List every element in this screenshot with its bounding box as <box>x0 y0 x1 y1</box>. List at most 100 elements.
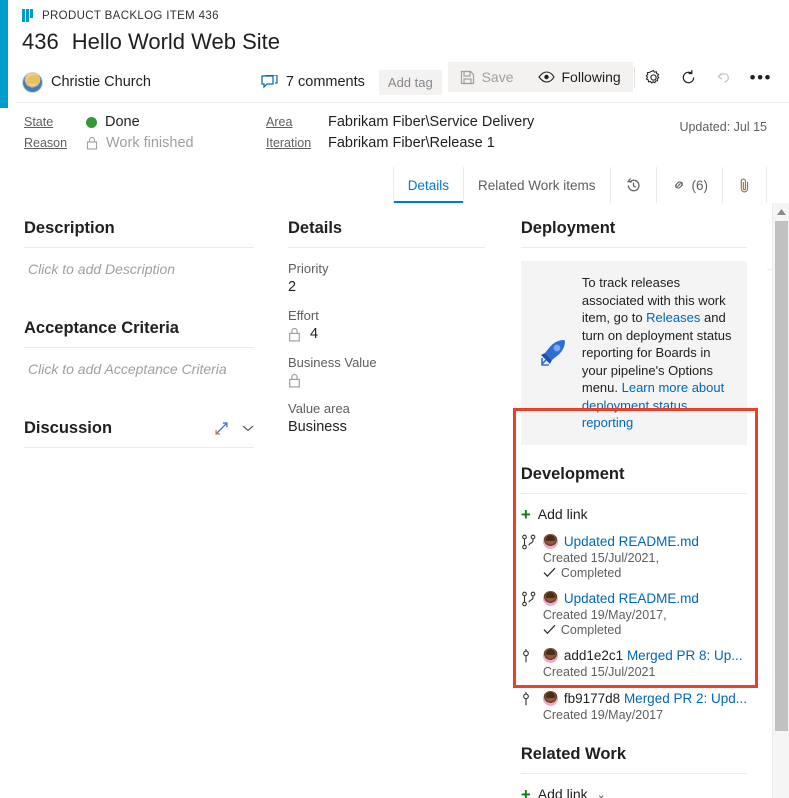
backlog-item-icon <box>22 9 35 22</box>
avatar <box>542 534 558 549</box>
related-work-add-link-label: Add link <box>537 786 588 798</box>
toolbar-divider <box>633 66 635 88</box>
acceptance-criteria-section: Acceptance Criteria Click to add Accepta… <box>24 319 254 377</box>
assignee-name: Christie Church <box>51 74 151 90</box>
following-button[interactable]: Following <box>525 62 633 92</box>
reason-field-label[interactable]: Reason <box>24 136 86 150</box>
area-field-label[interactable]: Area <box>266 115 328 129</box>
discussion-section: Discussion <box>24 419 254 448</box>
lock-icon <box>288 327 301 342</box>
work-item-type-label: PRODUCT BACKLOG ITEM 436 <box>42 9 219 22</box>
development-title: Development <box>520 464 625 483</box>
avatar <box>542 648 558 663</box>
work-item-type-row: PRODUCT BACKLOG ITEM 436 <box>8 0 789 22</box>
related-work-add-link-button[interactable]: + Add link ⌄ <box>521 786 747 798</box>
deployment-divider <box>520 247 747 248</box>
development-add-link-label: Add link <box>537 506 588 522</box>
tab-details[interactable]: Details <box>392 167 464 203</box>
refresh-icon[interactable] <box>671 63 706 92</box>
related-work-title: Related Work <box>520 744 626 763</box>
plus-icon: + <box>520 784 531 798</box>
tab-links[interactable]: (6) <box>655 167 722 203</box>
development-add-link-button[interactable]: + Add link <box>521 506 747 523</box>
releases-link[interactable]: Releases <box>646 310 700 325</box>
development-item-title[interactable]: Updated README.md <box>564 591 699 606</box>
tab-history[interactable] <box>609 167 656 203</box>
assigned-to[interactable]: Christie Church <box>22 71 151 93</box>
business-value-row <box>288 373 485 388</box>
reason-value-text: Work finished <box>106 135 194 151</box>
link-icon <box>671 177 687 193</box>
work-item-toolbar: Save Following ••• <box>447 62 781 92</box>
development-item-status-label: Completed <box>560 565 622 580</box>
development-divider <box>520 492 747 494</box>
list-item: fb9177d8 Merged PR 2: Upd... Created 19/… <box>521 691 747 723</box>
scroll-up-arrow-icon[interactable] <box>773 203 789 220</box>
commit-sha: fb9177d8 <box>563 691 621 706</box>
deployment-info-text: To track releases associated with this w… <box>582 274 733 432</box>
ellipsis-icon[interactable]: ••• <box>741 63 781 92</box>
work-item-fields: State Done Area Fabrikam Fiber\Service D… <box>8 103 789 270</box>
iteration-field-value[interactable]: Fabrikam Fiber\Release 1 <box>328 135 789 151</box>
list-item: Updated README.md Created 15/Jul/2021, C… <box>521 534 747 580</box>
state-value-text: Done <box>105 114 140 130</box>
work-item-id: 436 <box>22 29 59 54</box>
state-dot <box>86 116 97 128</box>
save-icon <box>460 70 475 85</box>
comments-link[interactable]: 7 comments <box>261 74 365 90</box>
work-item-page: PRODUCT BACKLOG ITEM 436 436 Hello World… <box>0 0 789 798</box>
acceptance-criteria-input[interactable]: Click to add Acceptance Criteria <box>24 348 254 377</box>
chevron-down-icon: ⌄ <box>596 788 606 798</box>
updated-timestamp: Updated: Jul 15 <box>679 120 767 134</box>
development-item-status: Completed <box>521 623 747 637</box>
save-label: Save <box>481 69 514 85</box>
branch-icon <box>521 591 537 607</box>
plus-icon: + <box>520 504 531 524</box>
development-item-created: Created 19/May/2017, <box>542 607 667 622</box>
following-label: Following <box>561 69 621 85</box>
gear-icon[interactable] <box>636 63 671 92</box>
work-item-title[interactable]: Hello World Web Site <box>72 29 280 55</box>
development-item-title-text: Merged PR 2: Upd... <box>623 691 747 706</box>
state-field-label[interactable]: State <box>24 115 86 129</box>
expand-icon[interactable] <box>214 421 229 436</box>
lock-icon <box>288 373 301 388</box>
development-item-title[interactable]: Updated README.md <box>564 534 699 549</box>
tab-details-label: Details <box>407 177 449 193</box>
tab-related-work-items[interactable]: Related Work items <box>462 167 610 203</box>
iteration-field-label[interactable]: Iteration <box>266 136 328 150</box>
related-work-divider <box>520 772 747 774</box>
scrollbar-thumb[interactable] <box>775 221 788 731</box>
check-icon <box>543 624 556 635</box>
effort-label: Effort <box>288 308 319 323</box>
chevron-down-icon[interactable] <box>242 424 254 433</box>
ellipsis-glyph: ••• <box>749 67 772 87</box>
priority-label: Priority <box>288 261 329 276</box>
add-tag-button[interactable]: Add tag <box>378 69 442 95</box>
state-field-value[interactable]: Done <box>86 114 266 130</box>
commit-sha: add1e2c1 <box>563 648 624 663</box>
development-item-title[interactable]: add1e2c1 Merged PR 8: Up... <box>564 648 743 663</box>
vertical-scrollbar[interactable] <box>772 203 789 798</box>
priority-value[interactable]: 2 <box>288 279 485 295</box>
work-item-type-accent-bar <box>0 0 8 108</box>
development-item-title[interactable]: fb9177d8 Merged PR 2: Upd... <box>564 691 747 706</box>
work-item-title-row: 436 Hello World Web Site <box>8 22 789 55</box>
save-button[interactable]: Save <box>447 62 526 92</box>
list-item: add1e2c1 Merged PR 8: Up... Created 15/J… <box>521 648 747 680</box>
history-icon <box>625 177 642 194</box>
work-item-tabbar: Details Related Work items (6) <box>8 167 789 370</box>
development-item-created: Created 19/May/2017 <box>542 707 664 722</box>
discussion-divider <box>24 447 254 448</box>
development-item-status-label: Completed <box>560 622 622 637</box>
column-left: Description Click to add Description Acc… <box>8 203 272 798</box>
undo-icon[interactable] <box>706 63 741 92</box>
avatar <box>542 591 558 606</box>
deployment-section: Deployment To track releases associated … <box>520 219 747 445</box>
comment-icon <box>261 74 278 90</box>
description-input[interactable]: Click to add Description <box>24 248 254 277</box>
tab-attachments[interactable] <box>722 167 767 203</box>
development-item-created: Created 15/Jul/2021 <box>542 664 656 679</box>
eye-icon <box>537 71 555 83</box>
value-area-value[interactable]: Business <box>288 419 485 435</box>
